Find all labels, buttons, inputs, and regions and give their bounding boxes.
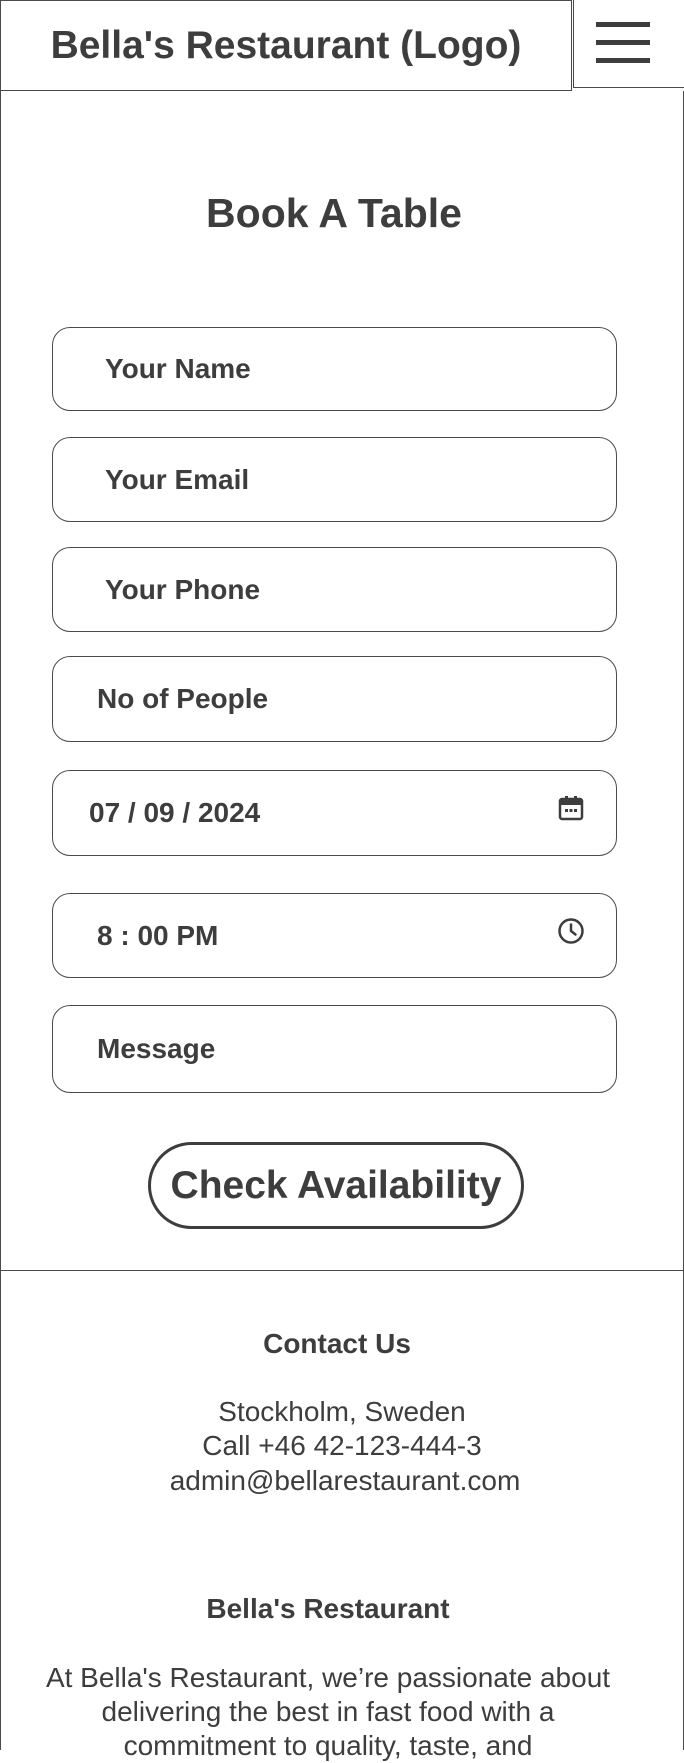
logo-text: Bella's Restaurant (Logo) — [50, 23, 522, 67]
people-field[interactable]: No of People — [52, 656, 617, 742]
date-field-value: 07 / 09 / 2024 — [89, 797, 261, 828]
time-field[interactable]: 8 : 00 PM — [52, 893, 617, 978]
phone-field-value: Your Phone — [105, 573, 261, 605]
people-field-value: No of People — [97, 683, 269, 714]
message-field-value: Message — [97, 1033, 216, 1064]
email-field-value: Your Email — [105, 463, 250, 495]
email-field[interactable]: Your Email — [52, 437, 617, 522]
name-field-value: Your Name — [105, 353, 251, 384]
contact-phone[interactable]: Call +46 42-123-444-3 — [0, 1430, 684, 1462]
clock-icon[interactable] — [557, 917, 587, 947]
about-heading: Bella's Restaurant — [206, 1593, 450, 1624]
logo[interactable]: Bella's Restaurant (Logo) — [0, 0, 572, 91]
time-field-value: 8 : 00 PM — [97, 919, 219, 951]
contact-heading: Contact Us — [263, 1328, 411, 1359]
calendar-icon[interactable] — [557, 794, 587, 824]
phone-field[interactable]: Your Phone — [52, 547, 617, 632]
about-text: At Bella's Restaurant, we’re passionate … — [45, 1662, 611, 1761]
page-title: Book A Table — [206, 190, 462, 236]
date-field[interactable]: 07 / 09 / 2024 — [52, 770, 617, 856]
check-availability-button[interactable]: Check Availability — [148, 1142, 524, 1229]
message-field[interactable]: Message — [52, 1005, 617, 1093]
name-field[interactable]: Your Name — [52, 327, 617, 411]
hamburger-menu-button[interactable] — [573, 0, 684, 88]
contact-email[interactable]: admin@bellarestaurant.com — [0, 1465, 684, 1497]
contact-location: Stockholm, Sweden — [218, 1396, 466, 1427]
